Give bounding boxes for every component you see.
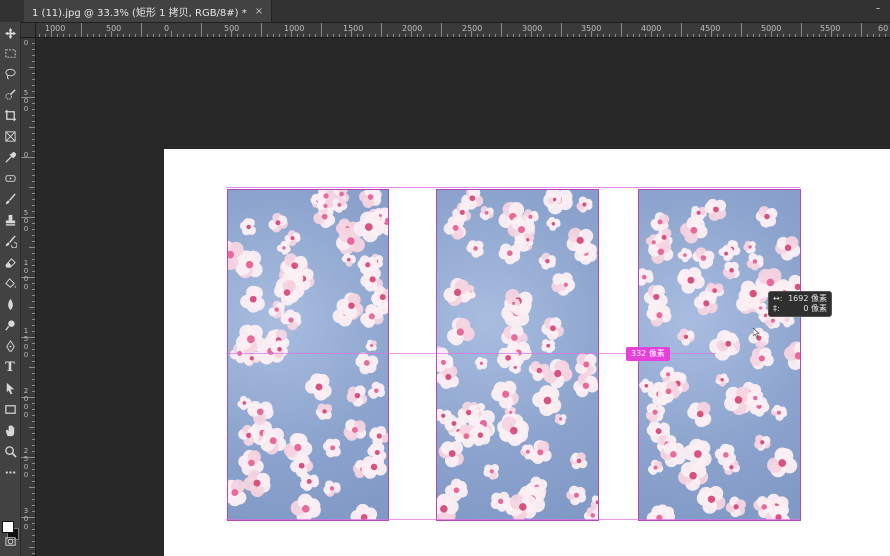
crop-icon[interactable]	[1, 106, 19, 124]
hud-value: 1692 像素	[788, 294, 827, 303]
document-tab[interactable]: 1 (11).jpg @ 33.3% (矩形 1 拷贝, RGB/8#) * ×	[24, 0, 273, 22]
vertical-ruler[interactable]: 0 5 0 0 0 5 0 0 1 0 0 0 1 5 0 0 2 0 0 0 …	[21, 37, 36, 556]
cherry-blossom-photo	[228, 190, 388, 520]
ruler-label: 2 0 0 0	[23, 387, 29, 419]
hud-label: ↔:	[773, 294, 783, 303]
dodge-icon[interactable]	[1, 316, 19, 334]
document-tab-bar: 1 (11).jpg @ 33.3% (矩形 1 拷贝, RGB/8#) * ×…	[0, 0, 890, 23]
ruler-label: 2500	[462, 24, 483, 33]
hud-row-dy: ‡: 0 像素	[773, 304, 827, 314]
quick-select-icon[interactable]	[1, 85, 19, 103]
ruler-label: 500	[224, 24, 240, 33]
tools-panel: T	[0, 22, 21, 556]
ruler-label: 60	[878, 24, 889, 33]
ruler-label: 0	[164, 24, 170, 33]
pen-icon[interactable]	[1, 337, 19, 355]
ruler-label: 1500	[343, 24, 364, 33]
ruler-label: 0	[23, 151, 29, 159]
horizontal-ruler[interactable]: 1000 500 0 500 1000 1500 2000 2500 3000 …	[21, 23, 890, 38]
hud-label: ‡:	[773, 304, 780, 313]
eyedropper-icon[interactable]	[1, 148, 19, 166]
close-tab-icon[interactable]: ×	[255, 6, 263, 17]
marquee-icon[interactable]	[1, 44, 19, 62]
ruler-label: 5 0 0	[23, 89, 29, 113]
zoom-icon[interactable]	[1, 442, 19, 460]
move-info-hud: ↔: 1692 像素 ‡: 0 像素	[768, 291, 832, 317]
distance-badge: 332 像素	[626, 347, 670, 361]
frame-icon[interactable]	[1, 127, 19, 145]
ruler-label: 4000	[641, 24, 662, 33]
cherry-blossom-photo	[437, 190, 598, 520]
type-icon[interactable]: T	[1, 358, 19, 376]
ruler-label: 500	[106, 24, 122, 33]
rectangle-icon[interactable]	[1, 400, 19, 418]
ruler-label: 0	[23, 39, 29, 47]
quick-mask-icon[interactable]	[1, 532, 19, 550]
ruler-label: 3500	[581, 24, 602, 33]
ruler-label: 4500	[700, 24, 721, 33]
blur-icon[interactable]	[1, 295, 19, 313]
cursor-icon	[753, 328, 760, 338]
ruler-label: 1000	[284, 24, 305, 33]
more-icon[interactable]	[1, 463, 19, 481]
ruler-label: 2 5 0 0	[23, 447, 29, 479]
move-icon[interactable]	[1, 24, 19, 42]
ruler-label: 1000	[45, 24, 66, 33]
lasso-icon[interactable]	[1, 64, 19, 82]
brush-icon[interactable]	[1, 190, 19, 208]
document-tab-title: 1 (11).jpg @ 33.3% (矩形 1 拷贝, RGB/8#) *	[32, 7, 247, 19]
minimize-icon[interactable]: -	[870, 2, 886, 16]
path-select-icon[interactable]	[1, 379, 19, 397]
ruler-label: 2000	[402, 24, 423, 33]
ruler-label: 3000	[522, 24, 543, 33]
horizontal-ruler-ticks	[21, 23, 886, 37]
ruler-label: 5500	[820, 24, 841, 33]
ruler-label: 5000	[761, 24, 782, 33]
smart-guide-top	[226, 187, 800, 188]
ruler-label: 5 0 0	[23, 209, 29, 233]
smart-guide-bottom	[226, 519, 800, 520]
photo-panel-middle[interactable]	[436, 189, 599, 521]
ruler-origin[interactable]	[21, 23, 36, 38]
photo-panel-left[interactable]	[227, 189, 389, 521]
hud-row-dx: ↔: 1692 像素	[773, 294, 827, 304]
hud-value: 0 像素	[803, 304, 827, 313]
history-brush-icon[interactable]	[1, 232, 19, 250]
paint-bucket-icon[interactable]	[1, 274, 19, 292]
stamp-icon[interactable]	[1, 211, 19, 229]
ruler-label: 3 0 0	[23, 507, 29, 531]
ruler-label: 1 0 0 0	[23, 259, 29, 291]
patch-icon[interactable]	[1, 169, 19, 187]
ruler-label: 1 5 0 0	[23, 327, 29, 359]
hand-icon[interactable]	[1, 421, 19, 439]
foreground-color-swatch[interactable]	[2, 521, 14, 533]
eraser-icon[interactable]	[1, 253, 19, 271]
